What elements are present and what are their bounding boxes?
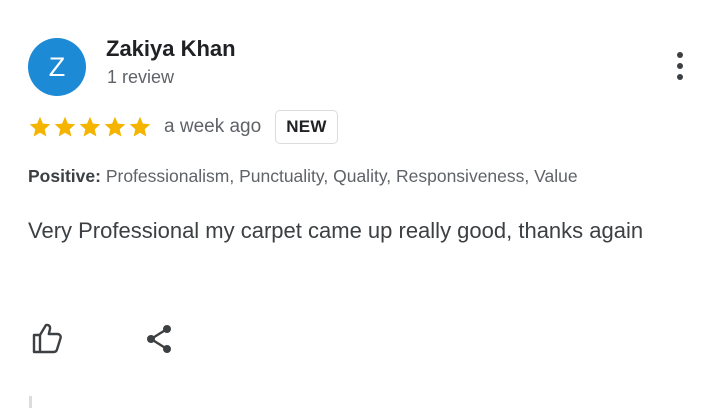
more-vert-icon [677,52,683,58]
like-button[interactable] [30,321,64,355]
star-icon [29,116,51,137]
star-rating [28,115,152,139]
author-name[interactable]: Zakiya Khan [106,36,236,62]
review-time: a week ago [164,116,262,137]
star-icon [104,116,126,137]
reply-divider [29,396,32,408]
more-vert-icon-dot [677,74,683,80]
review-card: Z Zakiya Khan 1 review a week ago NEW Po… [0,0,727,408]
more-vert-icon-dot [677,63,683,69]
attributes-label: Positive: [28,166,101,186]
thumbs-up-icon [32,323,62,354]
share-icon [147,325,171,353]
review-text: Very Professional my carpet came up real… [28,218,644,243]
new-badge: NEW [275,110,338,144]
more-options-button[interactable] [664,46,696,86]
star-icon [79,116,101,137]
attributes-values: Professionalism, Punctuality, Quality, R… [105,166,578,186]
share-button[interactable] [143,322,175,356]
rating-row: a week ago NEW [28,109,338,145]
avatar[interactable]: Z [28,38,86,96]
positive-attributes: Positive: Professionalism, Punctuality, … [28,166,578,187]
star-icon [54,116,76,137]
star-icon [129,116,151,137]
author-review-count[interactable]: 1 review [107,67,174,88]
